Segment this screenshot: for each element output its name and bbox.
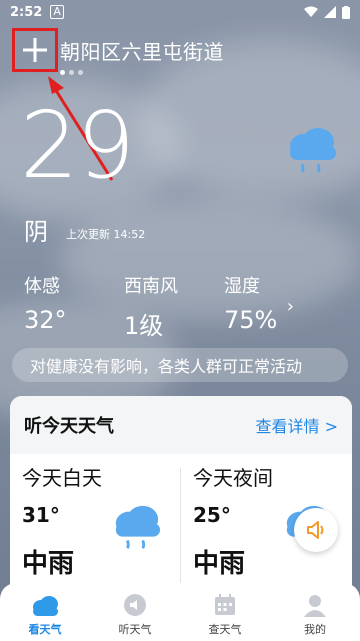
- tab-label: 我的: [304, 623, 326, 636]
- current-temperature: 29: [20, 92, 135, 199]
- metric-value: 1级: [124, 312, 164, 340]
- tab-label: 听天气: [118, 623, 152, 636]
- wifi-icon: [304, 6, 318, 17]
- speaker-icon: [307, 521, 324, 539]
- metric-label: 湿度: [224, 276, 260, 297]
- forecast-day: 今天白天 31° 中雨: [10, 462, 181, 580]
- tab-label: 看天气: [28, 623, 62, 636]
- tab-label: 查天气: [208, 623, 242, 636]
- metric-feels-like: 体感 32°: [24, 272, 124, 341]
- tab-query-weather[interactable]: 查天气: [180, 583, 270, 641]
- cloud-rain-icon: [290, 128, 336, 173]
- add-city-button[interactable]: [12, 28, 58, 72]
- status-bar: 2:52 A: [0, 0, 360, 24]
- metric-wind: 西南风 1级: [124, 272, 224, 341]
- signal-icon: [324, 6, 336, 18]
- battery-icon: [342, 5, 350, 19]
- plus-icon: [23, 38, 47, 62]
- metric-value: 32°: [24, 306, 67, 334]
- tab-listen-weather[interactable]: 听天气: [90, 583, 180, 641]
- calendar-icon: [215, 594, 235, 615]
- metric-value: 75%: [224, 306, 278, 334]
- tab-watch-weather[interactable]: 看天气: [0, 583, 90, 641]
- bottom-tab-bar: 看天气 听天气 查天气 我的: [0, 583, 360, 641]
- cloud-rain-icon: [115, 505, 161, 549]
- cloud-icon: [33, 596, 58, 616]
- notification-icon: A: [50, 5, 64, 19]
- view-details-link[interactable]: 查看详情 >: [256, 413, 339, 437]
- period-label: 今天夜间: [193, 466, 273, 490]
- listen-weather-card: 听今天天气 查看详情 > 今天白天 31° 中雨 今天夜间 25° 中雨: [10, 396, 352, 602]
- card-header: 听今天天气 查看详情 >: [10, 396, 352, 454]
- speaker-icon: [124, 594, 146, 616]
- metric-label: 西南风: [124, 276, 178, 297]
- metric-humidity: 湿度 75%: [224, 272, 324, 341]
- period-label: 今天白天: [22, 466, 102, 490]
- current-condition: 阴: [24, 218, 48, 246]
- health-advice-banner: 对健康没有影响，各类人群可正常活动: [12, 348, 348, 382]
- update-time: 上次更新 14:52: [66, 228, 146, 241]
- play-audio-button[interactable]: [294, 508, 338, 552]
- location-title[interactable]: 朝阳区六里屯街道: [60, 36, 224, 65]
- metric-label: 体感: [24, 276, 60, 297]
- card-title: 听今天天气: [24, 416, 114, 437]
- user-icon: [304, 595, 326, 617]
- tab-mine[interactable]: 我的: [270, 583, 360, 641]
- status-time: 2:52: [10, 4, 43, 20]
- chevron-right-icon[interactable]: ›: [287, 296, 294, 317]
